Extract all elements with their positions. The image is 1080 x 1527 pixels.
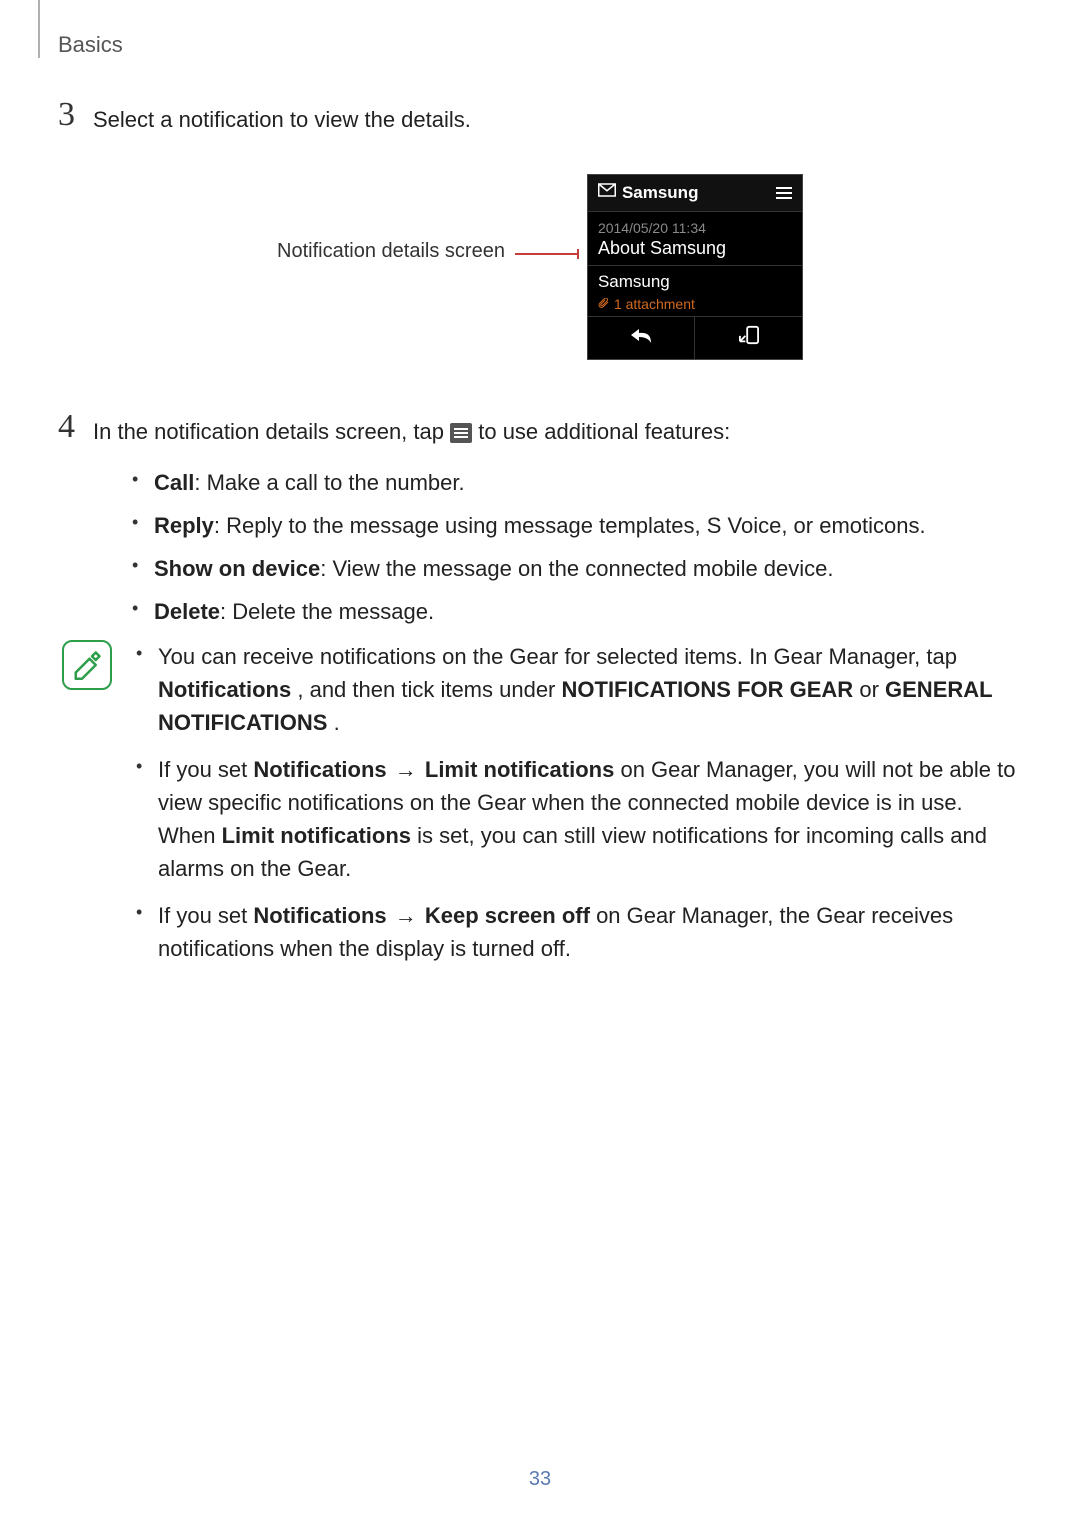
list-item: Reply: Reply to the message using messag… bbox=[128, 509, 1022, 542]
figure: Notification details screen Samsung bbox=[58, 174, 1022, 360]
feature-label: Reply bbox=[154, 513, 214, 538]
device-actions bbox=[588, 316, 802, 359]
note-block: You can receive notifications on the Gea… bbox=[58, 640, 1022, 979]
text: or bbox=[859, 677, 885, 702]
step-number: 3 bbox=[58, 98, 75, 132]
mail-icon bbox=[598, 183, 616, 202]
reply-icon bbox=[588, 317, 696, 359]
bold: Limit notifications bbox=[222, 823, 411, 848]
note-icon bbox=[62, 640, 112, 690]
show-on-device-icon bbox=[695, 317, 802, 359]
note-list: You can receive notifications on the Gea… bbox=[132, 640, 1022, 979]
list-item: If you set Notifications → Keep screen o… bbox=[132, 899, 1022, 965]
feature-text: : Reply to the message using message tem… bbox=[214, 513, 926, 538]
device-body-top: 2014/05/20 11:34 About Samsung bbox=[588, 212, 802, 265]
feature-text: : View the message on the connected mobi… bbox=[320, 556, 833, 581]
bold: Keep screen off bbox=[425, 903, 590, 928]
page-number: 33 bbox=[0, 1468, 1080, 1491]
paperclip-icon bbox=[598, 298, 610, 310]
list-item: If you set Notifications → Limit notific… bbox=[132, 753, 1022, 885]
text: If you set bbox=[158, 903, 253, 928]
step-number: 4 bbox=[58, 410, 75, 444]
device-sender: Samsung bbox=[598, 272, 792, 292]
step4-intro-prefix: In the notification details screen, tap bbox=[93, 419, 450, 444]
step-text: In the notification details screen, tap … bbox=[93, 410, 730, 448]
text: You can receive notifications on the Gea… bbox=[158, 644, 957, 669]
bold: Notifications bbox=[253, 757, 386, 782]
page-content: 3 Select a notification to view the deta… bbox=[58, 98, 1022, 979]
device-attachment: 1 attachment bbox=[598, 296, 792, 312]
menu-icon bbox=[450, 423, 472, 443]
feature-text: : Make a call to the number. bbox=[194, 470, 464, 495]
header-rule bbox=[38, 0, 40, 58]
arrow: → bbox=[395, 903, 423, 928]
feature-text: : Delete the message. bbox=[220, 599, 434, 624]
list-item: Show on device: View the message on the … bbox=[128, 552, 1022, 585]
list-item: You can receive notifications on the Gea… bbox=[132, 640, 1022, 739]
feature-label: Call bbox=[154, 470, 194, 495]
device-header: Samsung bbox=[588, 175, 802, 212]
arrow: → bbox=[395, 757, 423, 782]
device-timestamp: 2014/05/20 11:34 bbox=[598, 220, 792, 236]
bold: Notifications bbox=[253, 903, 386, 928]
bold: NOTIFICATIONS FOR GEAR bbox=[562, 677, 854, 702]
device-screen: Samsung 2014/05/20 11:34 About Samsung S… bbox=[587, 174, 803, 360]
list-item: Call: Make a call to the number. bbox=[128, 466, 1022, 499]
bold: Limit notifications bbox=[425, 757, 614, 782]
feature-label: Delete bbox=[154, 599, 220, 624]
figure-callout: Notification details screen bbox=[277, 174, 505, 263]
device-body-bottom: Samsung 1 attachment bbox=[588, 265, 802, 316]
text: . bbox=[334, 710, 340, 735]
step4-intro-suffix: to use additional features: bbox=[478, 419, 730, 444]
callout-line bbox=[515, 253, 577, 255]
menu-icon bbox=[776, 184, 792, 202]
step-3: 3 Select a notification to view the deta… bbox=[58, 98, 1022, 136]
text: , and then tick items under bbox=[297, 677, 561, 702]
step-4: 4 In the notification details screen, ta… bbox=[58, 410, 1022, 448]
feature-label: Show on device bbox=[154, 556, 320, 581]
bold: Notifications bbox=[158, 677, 291, 702]
device-attachment-text: 1 attachment bbox=[614, 296, 695, 312]
step-text: Select a notification to view the detail… bbox=[93, 98, 471, 136]
section-title: Basics bbox=[58, 32, 123, 58]
feature-list: Call: Make a call to the number. Reply: … bbox=[128, 466, 1022, 628]
text: If you set bbox=[158, 757, 253, 782]
list-item: Delete: Delete the message. bbox=[128, 595, 1022, 628]
device-app-title: Samsung bbox=[622, 183, 699, 203]
device-subject: About Samsung bbox=[598, 238, 792, 259]
